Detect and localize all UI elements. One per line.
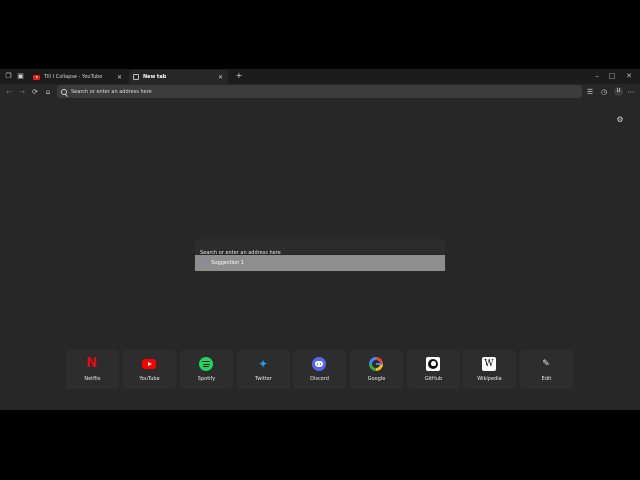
address-input[interactable] xyxy=(71,88,551,95)
workspaces-icon[interactable]: ▣ xyxy=(16,72,25,81)
quick-link-spotify[interactable]: Spotify xyxy=(180,350,233,389)
suggestion-label: Suggestion 1 xyxy=(211,260,244,266)
youtube-icon xyxy=(142,357,156,371)
close-icon[interactable]: ✕ xyxy=(217,74,224,81)
history-icon[interactable]: ◷ xyxy=(599,87,609,97)
google-icon xyxy=(369,357,383,371)
collections-icon[interactable]: ☰ xyxy=(585,87,595,97)
quick-link-netflix[interactable]: N Netflix xyxy=(66,350,119,389)
home-icon[interactable]: ⌂ xyxy=(43,87,53,97)
youtube-icon xyxy=(33,74,40,80)
search-icon xyxy=(61,88,67,95)
quick-link-label: Spotify xyxy=(197,376,216,382)
quick-link-label: Twitter xyxy=(255,376,272,382)
quick-link-label: Discord xyxy=(310,376,329,382)
quick-link-label: GitHub xyxy=(424,376,443,382)
quick-link-label: Wikipedia xyxy=(477,376,502,382)
tab-title: Till I Collapse - YouTube xyxy=(44,74,103,80)
forward-arrow-icon[interactable]: → xyxy=(17,87,27,97)
quick-link-youtube[interactable]: YouTube xyxy=(123,350,176,389)
tab-actions-icon[interactable]: ❐ xyxy=(4,72,13,81)
twitter-icon: ✦ xyxy=(257,357,269,371)
gear-icon[interactable]: ⚙ xyxy=(615,115,625,125)
sparkle-icon: ✦ xyxy=(204,260,209,266)
back-arrow-icon[interactable]: ← xyxy=(4,87,14,97)
search-box[interactable] xyxy=(195,239,445,261)
spotify-icon xyxy=(199,357,213,371)
tab-title: New tab xyxy=(143,74,167,80)
wikipedia-icon: W xyxy=(482,357,496,371)
quick-link-wikipedia[interactable]: W Wikipedia xyxy=(463,350,516,389)
tab-bar: ❐ ▣ Till I Collapse - YouTube ✕ New tab … xyxy=(0,69,640,84)
tab-youtube[interactable]: Till I Collapse - YouTube ✕ xyxy=(29,70,127,84)
github-icon xyxy=(426,357,440,371)
netflix-icon: N xyxy=(86,356,98,371)
address-bar[interactable] xyxy=(57,85,582,98)
quick-link-discord[interactable]: Discord xyxy=(293,350,346,389)
quick-link-github[interactable]: GitHub xyxy=(407,350,460,389)
quick-link-label: Edit xyxy=(541,376,552,382)
navigation-toolbar: ← → ⟳ ⌂ ☰ ◷ ⋯ xyxy=(0,84,640,99)
tab-new-tab[interactable]: New tab ✕ xyxy=(129,70,228,84)
window-close-icon[interactable]: ✕ xyxy=(622,71,636,81)
quick-link-edit[interactable]: ✎ Edit xyxy=(520,350,573,389)
quick-link-label: Netflix xyxy=(84,376,101,382)
profile-avatar[interactable]: U xyxy=(614,87,623,96)
browser-window: ❐ ▣ Till I Collapse - YouTube ✕ New tab … xyxy=(0,69,640,410)
new-tab-page-icon xyxy=(133,74,139,80)
new-tab-button[interactable]: + xyxy=(234,71,244,81)
letterbox-top xyxy=(0,0,640,69)
suggestion-item[interactable]: ✦ Suggestion 1 xyxy=(195,255,445,271)
minimize-icon[interactable]: – xyxy=(590,71,604,81)
maximize-icon[interactable]: □ xyxy=(605,71,619,81)
more-options-icon[interactable]: ⋯ xyxy=(626,87,636,97)
discord-icon xyxy=(312,357,326,371)
refresh-icon[interactable]: ⟳ xyxy=(30,87,40,97)
quick-link-twitter[interactable]: ✦ Twitter xyxy=(237,350,290,389)
quick-link-label: YouTube xyxy=(139,376,160,382)
pencil-icon: ✎ xyxy=(542,359,550,369)
quick-link-label: Google xyxy=(367,376,386,382)
quick-link-google[interactable]: Google xyxy=(350,350,403,389)
close-icon[interactable]: ✕ xyxy=(116,74,123,81)
letterbox-bottom xyxy=(0,410,640,480)
